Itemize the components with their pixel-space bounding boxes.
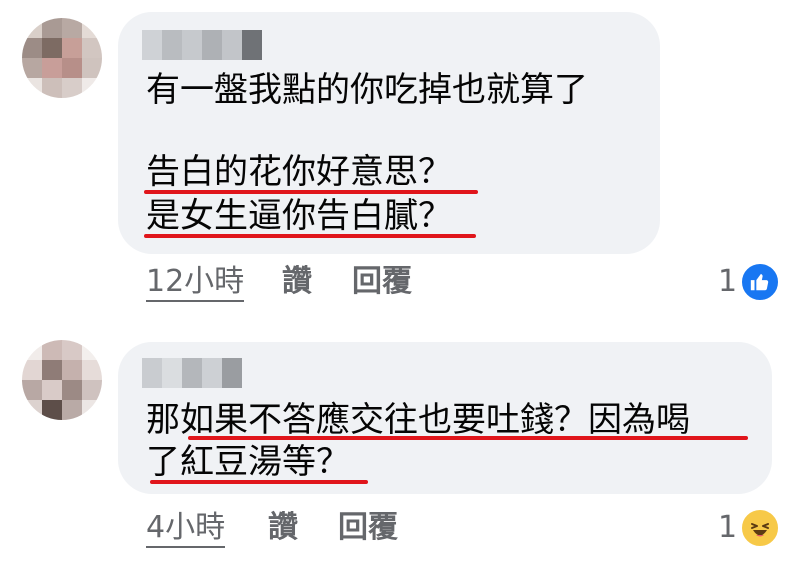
commenter-name[interactable] [142,358,242,388]
highlight-underline [188,436,748,440]
comment-text: 有一盤我點的你吃掉也就算了 [146,70,588,110]
comment-text: 了紅豆湯等？ [146,442,350,482]
reply-button[interactable]: 回覆 [352,264,412,300]
comment-timestamp[interactable]: 12小時 [146,264,245,302]
highlight-underline [150,480,368,484]
like-icon[interactable] [740,262,780,302]
reaction-count[interactable]: 1 [718,264,737,300]
comment-timestamp[interactable]: 4小時 [146,510,226,548]
avatar[interactable] [22,18,102,98]
reply-button[interactable]: 回覆 [338,510,398,546]
comment-text: 告白的花你好意思？ [146,152,452,192]
comment-text: 是女生逼你告白膩？ [146,196,452,236]
highlight-underline [144,190,478,194]
like-button[interactable]: 讚 [268,510,298,546]
highlight-underline [144,234,476,238]
reaction-count[interactable]: 1 [718,510,737,546]
comment-text: 那如果不答應交往也要吐錢？因為喝 [146,400,690,440]
like-button[interactable]: 讚 [282,264,312,300]
haha-icon[interactable] [740,508,780,548]
avatar[interactable] [22,340,102,420]
commenter-name[interactable] [142,30,262,60]
